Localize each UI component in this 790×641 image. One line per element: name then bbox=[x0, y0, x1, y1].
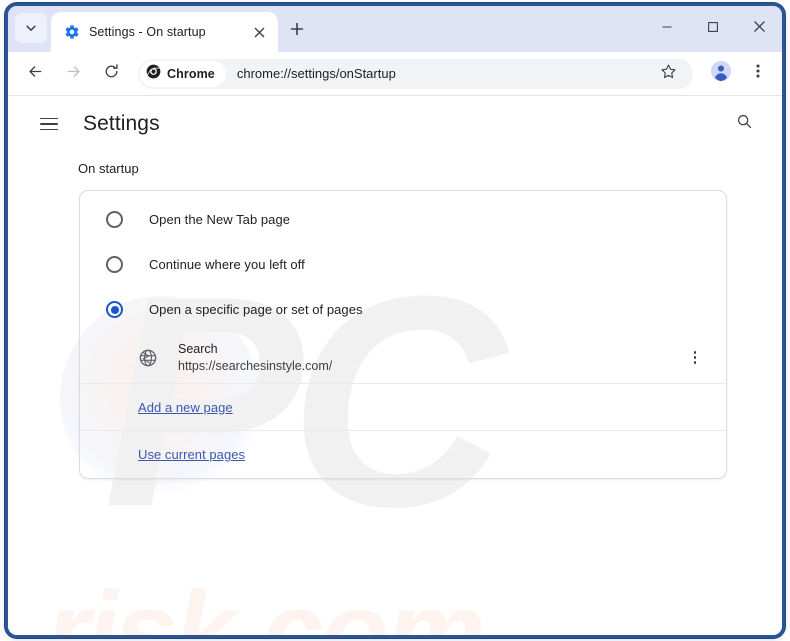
address-bar-url[interactable]: chrome://settings/onStartup bbox=[237, 66, 650, 81]
startup-options-card: Open the New Tab page Continue where you… bbox=[79, 190, 727, 479]
section-label: On startup bbox=[78, 161, 139, 176]
back-button[interactable] bbox=[19, 58, 51, 90]
three-dot-menu-icon bbox=[750, 63, 766, 84]
radio-button[interactable] bbox=[106, 256, 123, 273]
three-dot-menu-icon bbox=[693, 361, 697, 364]
radio-button[interactable] bbox=[106, 211, 123, 228]
bookmark-button[interactable] bbox=[652, 58, 684, 90]
minimize-icon bbox=[661, 20, 673, 38]
settings-header: Settings bbox=[8, 96, 782, 152]
back-arrow-icon bbox=[27, 63, 44, 85]
add-new-page-link[interactable]: Add a new page bbox=[138, 400, 233, 415]
settings-gear-icon bbox=[64, 24, 80, 40]
window-maximize-button[interactable] bbox=[690, 6, 736, 52]
use-current-pages-link[interactable]: Use current pages bbox=[138, 447, 245, 462]
browser-window: Settings - On startup Chrome chrome://se… bbox=[8, 6, 782, 635]
profile-avatar-icon bbox=[710, 60, 732, 87]
startup-option-new-tab[interactable]: Open the New Tab page bbox=[80, 197, 726, 242]
chrome-logo-icon bbox=[146, 64, 161, 84]
close-icon bbox=[753, 20, 766, 38]
chrome-origin-chip[interactable]: Chrome bbox=[140, 60, 226, 87]
watermark-domain: risk.com bbox=[46, 569, 486, 636]
radio-button-selected[interactable] bbox=[106, 301, 123, 318]
search-icon bbox=[736, 113, 753, 135]
browser-menu-button[interactable] bbox=[742, 58, 774, 90]
hamburger-menu-icon[interactable] bbox=[34, 109, 64, 139]
reload-icon bbox=[103, 63, 120, 85]
use-current-pages-row[interactable]: Use current pages bbox=[80, 431, 726, 478]
window-close-button[interactable] bbox=[736, 6, 782, 52]
address-bar[interactable]: Chrome chrome://settings/onStartup bbox=[138, 58, 693, 90]
startup-option-specific-pages[interactable]: Open a specific page or set of pages bbox=[80, 287, 726, 332]
add-new-page-row[interactable]: Add a new page bbox=[80, 384, 726, 431]
tab-strip: Settings - On startup bbox=[8, 6, 782, 52]
startup-page-info: Search https://searchesinstyle.com/ bbox=[178, 341, 682, 375]
plus-icon bbox=[290, 22, 304, 41]
forward-arrow-icon bbox=[65, 63, 82, 85]
startup-option-continue[interactable]: Continue where you left off bbox=[80, 242, 726, 287]
startup-page-row: Search https://searchesinstyle.com/ bbox=[80, 332, 726, 384]
startup-option-label: Open a specific page or set of pages bbox=[149, 302, 363, 317]
profile-button[interactable] bbox=[705, 58, 737, 90]
startup-option-label: Continue where you left off bbox=[149, 257, 305, 272]
startup-option-label: Open the New Tab page bbox=[149, 212, 291, 227]
chrome-chip-label: Chrome bbox=[167, 66, 215, 81]
settings-page: PC risk.com Settings On startup Open the… bbox=[8, 96, 782, 635]
window-controls bbox=[644, 6, 782, 52]
bookmark-star-icon bbox=[660, 63, 677, 85]
startup-page-url: https://searchesinstyle.com/ bbox=[178, 358, 333, 373]
window-minimize-button[interactable] bbox=[644, 6, 690, 52]
new-tab-button[interactable] bbox=[283, 17, 311, 45]
startup-page-menu-button[interactable] bbox=[682, 345, 708, 371]
maximize-icon bbox=[707, 20, 719, 38]
globe-icon bbox=[138, 348, 158, 368]
reload-button[interactable] bbox=[95, 58, 127, 90]
browser-toolbar: Chrome chrome://settings/onStartup bbox=[8, 52, 782, 96]
tab-search-button[interactable] bbox=[15, 13, 47, 43]
page-title: Settings bbox=[83, 112, 160, 135]
desktop-background: Settings - On startup Chrome chrome://se… bbox=[0, 0, 790, 641]
browser-tab[interactable]: Settings - On startup bbox=[51, 12, 278, 52]
forward-button[interactable] bbox=[57, 58, 89, 90]
three-dot-menu-icon bbox=[693, 351, 697, 354]
tab-title: Settings - On startup bbox=[89, 25, 206, 39]
tab-close-button[interactable] bbox=[249, 22, 269, 42]
chevron-down-icon bbox=[25, 22, 37, 34]
three-dot-menu-icon bbox=[693, 356, 697, 359]
startup-page-title: Search bbox=[178, 341, 218, 356]
settings-search-button[interactable] bbox=[728, 108, 760, 140]
